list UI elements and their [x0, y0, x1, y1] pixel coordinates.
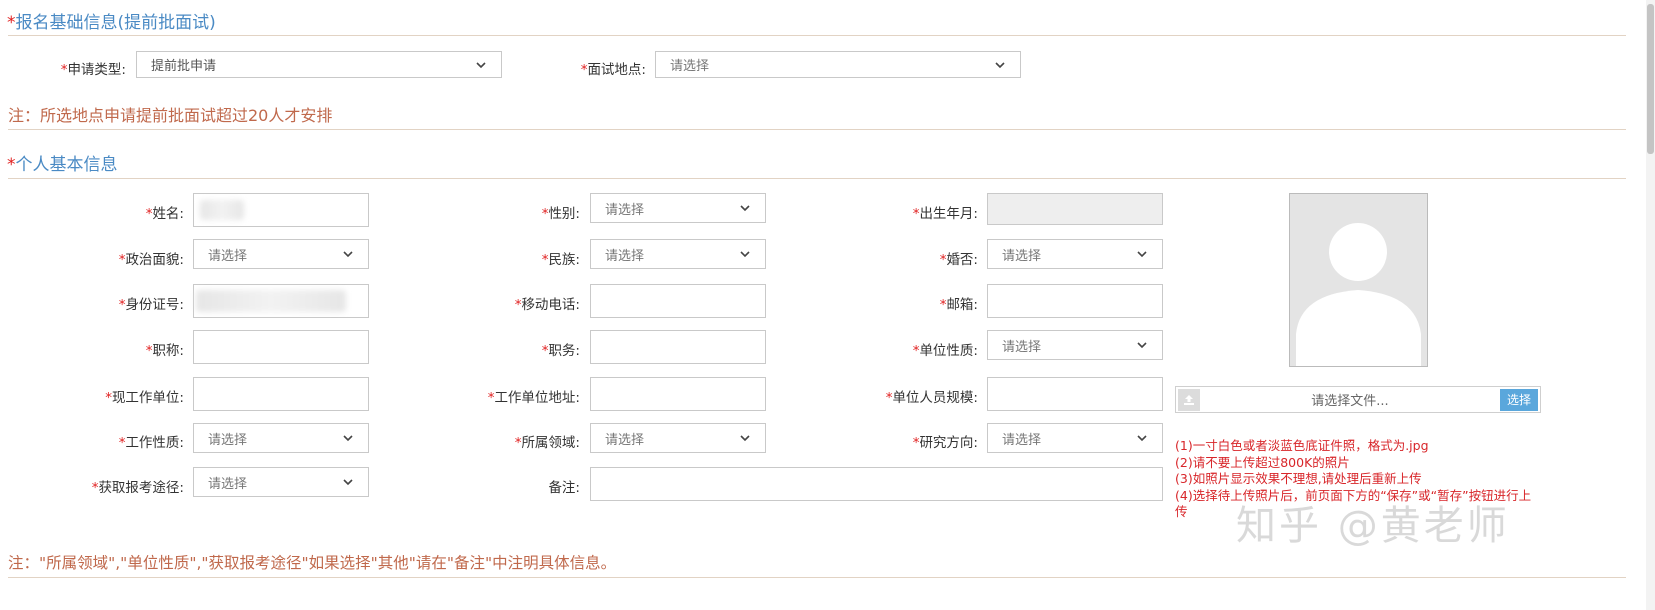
chevron-down-icon	[740, 435, 750, 442]
job-title-input[interactable]	[193, 330, 369, 364]
research-direction-label: *研究方向:	[912, 435, 978, 451]
org-size-input[interactable]	[987, 377, 1163, 411]
chevron-down-icon	[740, 205, 750, 212]
position-label: *职务:	[541, 343, 580, 359]
gender-select[interactable]: 请选择	[590, 193, 766, 223]
chevron-down-icon	[1137, 435, 1147, 442]
ethnicity-label: *民族:	[541, 252, 580, 268]
politics-label: *政治面貌:	[118, 252, 184, 268]
scrollbar-thumb[interactable]	[1647, 4, 1654, 154]
chevron-down-icon	[995, 61, 1005, 68]
source-select[interactable]: 请选择	[193, 467, 369, 497]
choose-file-button[interactable]: 选择	[1500, 388, 1538, 411]
section-title-personal: *个人基本信息	[7, 155, 118, 175]
photo-file-picker[interactable]: 请选择文件... 选择	[1175, 386, 1541, 413]
location-note: 注：所选地点申请提前批面试超过20人才安排	[8, 106, 333, 125]
remark-label: 备注:	[548, 480, 580, 496]
watermark: 知乎 @黄老师	[1236, 503, 1510, 549]
tip-line: (2)请不要上传超过800K的照片	[1175, 454, 1350, 470]
birth-input[interactable]	[987, 193, 1163, 225]
application-type-label: *申请类型:	[60, 62, 126, 78]
employer-address-input[interactable]	[590, 377, 766, 411]
org-type-label: *单位性质:	[912, 343, 978, 359]
redacted-text	[200, 200, 244, 220]
interview-location-label: *面试地点:	[580, 62, 646, 78]
scrollbar-track[interactable]	[1646, 0, 1655, 610]
interview-location-select[interactable]: 请选择	[655, 51, 1021, 78]
chevron-down-icon	[1137, 342, 1147, 349]
tip-line: (3)如照片显示效果不理想,请处理后重新上传	[1175, 471, 1422, 486]
politics-select[interactable]: 请选择	[193, 239, 369, 269]
tip-line: (1)一寸白色或者淡蓝色底证件照，格式为.jpg	[1175, 438, 1429, 453]
section-title-basic: *报名基础信息(提前批面试)	[7, 13, 216, 33]
redacted-text	[196, 290, 346, 312]
mobile-label: *移动电话:	[514, 297, 580, 313]
birth-label: *出生年月:	[912, 206, 978, 222]
divider	[8, 35, 1626, 36]
mobile-input[interactable]	[590, 284, 766, 318]
email-input[interactable]	[987, 284, 1163, 318]
ethnicity-select[interactable]: 请选择	[590, 239, 766, 269]
position-input[interactable]	[590, 330, 766, 364]
file-placeholder: 请选择文件...	[1311, 394, 1389, 409]
divider	[8, 577, 1626, 578]
application-type-select[interactable]: 提前批申请	[136, 51, 502, 78]
divider	[8, 129, 1626, 130]
avatar-icon	[1290, 194, 1427, 366]
employer-address-label: *工作单位地址:	[487, 390, 580, 406]
employer-input[interactable]	[193, 377, 369, 411]
id-number-label: *身份证号:	[118, 297, 184, 313]
chevron-down-icon	[343, 479, 353, 486]
source-label: *获取报考途径:	[91, 480, 184, 496]
chevron-down-icon	[740, 251, 750, 258]
work-nature-select[interactable]: 请选择	[193, 423, 369, 453]
remark-input[interactable]	[590, 467, 1163, 501]
work-nature-label: *工作性质:	[118, 435, 184, 451]
org-size-label: *单位人员规模:	[885, 390, 978, 406]
job-title-label: *职称:	[145, 343, 184, 359]
marital-label: *婚否:	[939, 252, 978, 268]
gender-label: *性别:	[541, 206, 580, 222]
research-direction-select[interactable]: 请选择	[987, 423, 1163, 453]
email-label: *邮箱:	[939, 297, 978, 313]
chevron-down-icon	[343, 435, 353, 442]
chevron-down-icon	[1137, 251, 1147, 258]
marital-select[interactable]: 请选择	[987, 239, 1163, 269]
chevron-down-icon	[476, 61, 486, 68]
upload-icon	[1178, 388, 1200, 411]
field-label: *所属领域:	[514, 435, 580, 451]
name-label: *姓名:	[145, 206, 184, 222]
divider	[8, 178, 1626, 179]
chevron-down-icon	[343, 251, 353, 258]
field-select[interactable]: 请选择	[590, 423, 766, 453]
photo-placeholder	[1289, 193, 1428, 367]
bottom-note: 注："所属领域","单位性质","获取报考途径"如果选择"其他"请在"备注"中注…	[8, 554, 617, 572]
employer-label: *现工作单位:	[105, 390, 184, 406]
org-type-select[interactable]: 请选择	[987, 330, 1163, 360]
